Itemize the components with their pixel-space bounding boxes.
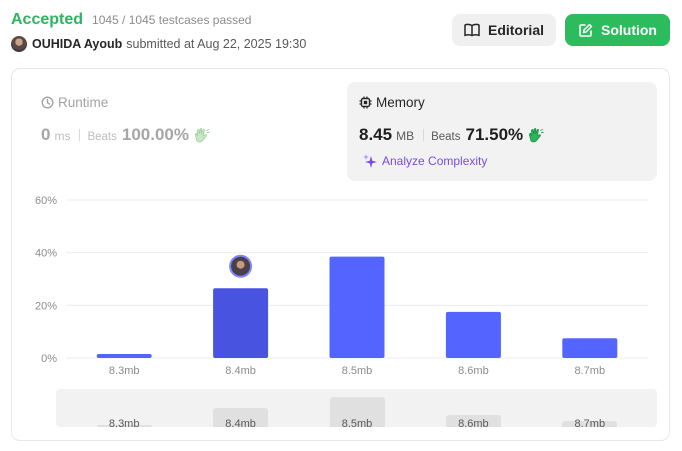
editorial-label: Editorial (487, 22, 544, 38)
my-submission-avatar[interactable] (229, 254, 253, 278)
navigator-label: 8.3mb (108, 418, 140, 427)
testcases-count: 1045 / 1045 testcases passed (92, 13, 252, 27)
distribution-bar[interactable] (445, 311, 501, 358)
x-tick-label: 8.7mb (575, 365, 606, 377)
editorial-button[interactable]: Editorial (452, 14, 556, 46)
username-link[interactable]: OUHIDA Ayoub (32, 37, 122, 51)
x-tick-label: 8.4mb (225, 365, 256, 377)
distribution-bar[interactable] (562, 338, 618, 358)
submission-header: Accepted 1045 / 1045 testcases passed OU… (11, 11, 671, 55)
submitted-time: submitted at Aug 22, 2025 19:30 (126, 37, 307, 51)
x-tick-label: 8.5mb (342, 365, 373, 377)
book-icon (464, 23, 480, 37)
navigator-label: 8.5mb (341, 418, 373, 427)
edit-icon (579, 23, 593, 37)
y-tick-label: 0% (41, 353, 57, 365)
x-tick-label: 8.3mb (109, 365, 140, 377)
chart-range-navigator[interactable]: 8.3mb 8.4mb 8.5mb 8.6mb 8.7mb (56, 389, 657, 427)
status-row: Accepted 1045 / 1045 testcases passed (11, 11, 251, 31)
y-tick-label: 60% (35, 195, 57, 207)
stats-card: Runtime 0 ms Beats 100.00% Memory 8.45 M… (11, 68, 670, 441)
distribution-bar[interactable] (96, 354, 152, 358)
navigator-label: 8.6mb (458, 418, 489, 427)
x-tick-label: 8.6mb (458, 365, 489, 377)
solution-button[interactable]: Solution (565, 14, 670, 46)
avatar[interactable] (11, 36, 27, 52)
solution-label: Solution (601, 22, 657, 38)
status-label: Accepted (11, 11, 84, 28)
avatar-face (236, 260, 245, 269)
y-tick-label: 40% (35, 248, 57, 260)
distribution-bar[interactable] (213, 288, 269, 358)
navigator-label: 8.4mb (225, 418, 256, 427)
distribution-bar[interactable] (329, 256, 385, 358)
navigator-label: 8.7mb (574, 418, 606, 427)
submitter-row: OUHIDA Ayoub submitted at Aug 22, 2025 1… (11, 36, 306, 52)
y-tick-label: 20% (35, 300, 57, 312)
memory-distribution-chart: 0% 20% 40% 60% 8.3mb 8.4mb 8.5mb 8.6mb 8.7mb (35, 195, 648, 377)
